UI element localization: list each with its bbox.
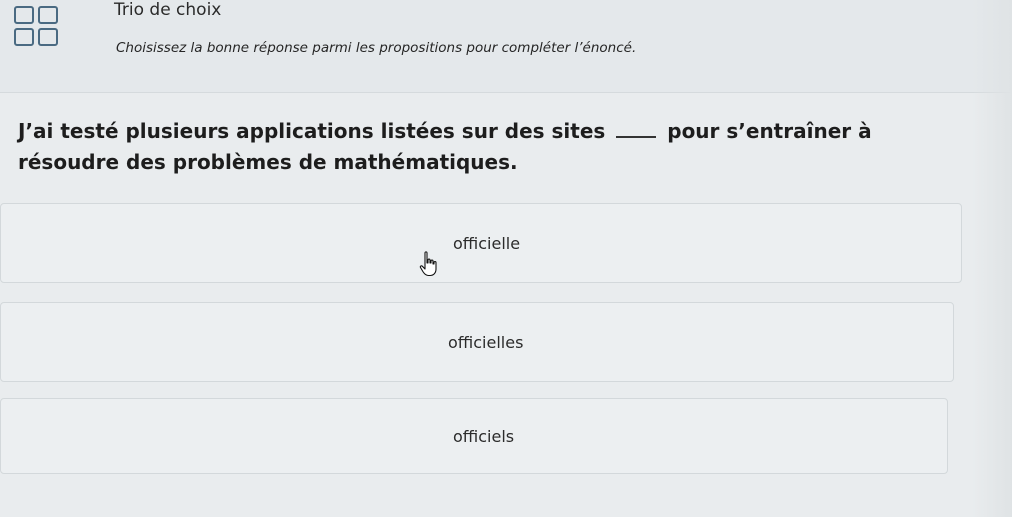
activity-title: Trio de choix [114, 0, 222, 20]
edge-shadow [972, 0, 1012, 517]
option-label: officiels [453, 427, 515, 446]
answer-option-officiels[interactable]: officiels [0, 398, 948, 474]
answer-option-officielles[interactable]: officielles [0, 302, 954, 382]
question-before-blank: J’ai testé plusieurs applications listée… [18, 119, 606, 143]
answer-blank [616, 120, 657, 138]
option-label: officielle [453, 234, 521, 253]
hand-pointer-icon [419, 251, 437, 277]
activity-instruction: Choisissez la bonne réponse parmi les pr… [116, 40, 637, 56]
option-label: officielles [448, 333, 524, 352]
question-text: J’ai testé plusieurs applications listée… [18, 116, 978, 178]
answer-option-officielle[interactable]: officielle [0, 203, 962, 283]
grid-icon [14, 6, 70, 52]
activity-header: Trio de choix Choisissez la bonne répons… [0, 0, 1012, 93]
